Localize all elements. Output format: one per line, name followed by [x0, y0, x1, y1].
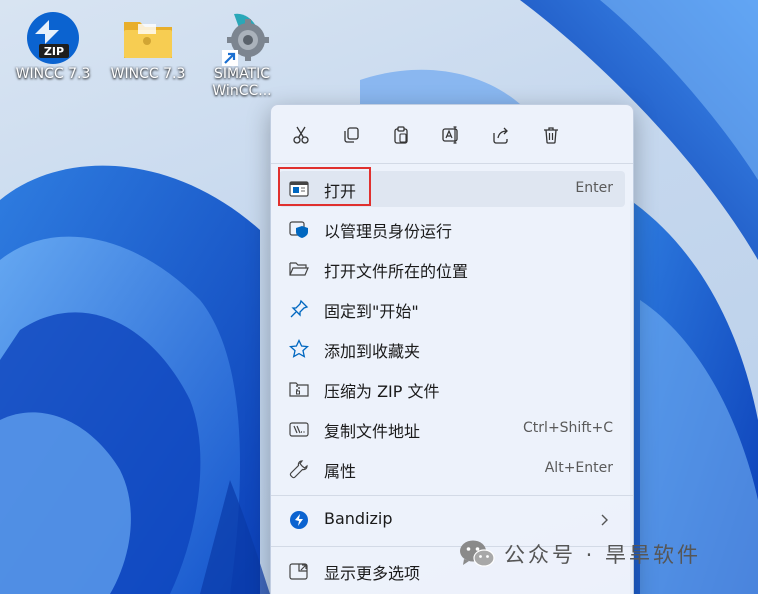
menu-item-label: 固定到"开始": [324, 302, 419, 321]
menu-item-compress-zip[interactable]: 压缩为 ZIP 文件: [279, 371, 625, 407]
zip-archive-icon: ZIP: [27, 12, 79, 64]
admin-shield-icon: [289, 221, 308, 238]
wrench-icon: [289, 460, 308, 479]
menu-item-add-to-favorites[interactable]: 添加到收藏夹: [279, 331, 625, 367]
menu-item-run-as-admin[interactable]: 以管理员身份运行: [279, 211, 625, 247]
watermark: 公众号 · 旱旱软件: [458, 536, 701, 572]
menu-item-label: 复制文件地址: [324, 422, 421, 441]
share-icon: [493, 127, 508, 144]
more-options-icon: [289, 563, 308, 580]
rename-button[interactable]: [433, 117, 469, 153]
separator: [271, 495, 633, 496]
menu-item-open-file-location[interactable]: 打开文件所在的位置: [279, 251, 625, 287]
delete-icon: [544, 127, 558, 144]
menu-item-label: 以管理员身份运行: [324, 222, 453, 241]
rename-icon: [442, 126, 458, 144]
menu-item-label: Bandizip: [324, 509, 393, 528]
desktop-icon-label: WINCC 7.3: [110, 66, 186, 82]
cut-icon: [293, 126, 309, 144]
menu-item-copy-as-path[interactable]: 复制文件地址 Ctrl+Shift+C: [279, 411, 625, 447]
pin-icon: [290, 299, 309, 318]
menu-item-shortcut: Ctrl+Shift+C: [523, 420, 613, 436]
paste-button[interactable]: [383, 117, 419, 153]
separator: [271, 163, 633, 164]
desktop-icon-label: WINCC 7.3: [15, 66, 91, 82]
gear-shortcut-icon: [222, 13, 269, 66]
paste-icon: [394, 126, 408, 144]
menu-item-properties[interactable]: 属性 Alt+Enter: [279, 451, 625, 487]
desktop-icon-label: SIMATIC: [213, 66, 271, 82]
watermark-text: 公众号 · 旱旱软件: [504, 543, 702, 567]
zip-folder-icon: [289, 382, 309, 397]
menu-item-label: 属性: [324, 462, 357, 481]
desktop-icon-simatic-wincc[interactable]: SIMATIC WinCC...: [197, 10, 287, 100]
cut-button[interactable]: [283, 117, 319, 153]
menu-item-shortcut: Enter: [575, 180, 613, 196]
menu-item-label: 打开文件所在的位置: [324, 262, 469, 281]
desktop-icon-wincc-folder[interactable]: WINCC 7.3: [103, 10, 193, 83]
menu-item-shortcut: Alt+Enter: [544, 460, 613, 476]
delete-button[interactable]: [533, 117, 569, 153]
quick-actions-bar: [271, 117, 633, 153]
desktop: ZIP WINCC 7.3 WINCC 7.3 SIMATIC WinCC...…: [0, 0, 758, 594]
highlight-annotation-box: [278, 167, 371, 206]
copy-icon: [344, 127, 359, 143]
wechat-icon: [460, 540, 495, 567]
bandizip-icon: [290, 511, 308, 529]
chevron-right-icon: [601, 514, 608, 526]
copy-path-icon: [289, 422, 309, 437]
folder-icon: [124, 22, 172, 58]
menu-item-label: 压缩为 ZIP 文件: [324, 382, 440, 401]
star-icon: [289, 339, 309, 358]
desktop-icon-wincc-zip[interactable]: ZIP WINCC 7.3: [8, 10, 98, 83]
menu-item-pin-to-start[interactable]: 固定到"开始": [279, 291, 625, 327]
menu-item-label: 添加到收藏夹: [324, 342, 421, 361]
copy-button[interactable]: [333, 117, 369, 153]
share-button[interactable]: [483, 117, 519, 153]
menu-item-bandizip[interactable]: Bandizip: [279, 502, 625, 538]
svg-text:ZIP: ZIP: [44, 45, 64, 58]
folder-open-icon: [289, 262, 309, 276]
desktop-icon-label: WinCC...: [212, 83, 272, 99]
menu-item-label: 显示更多选项: [324, 564, 421, 583]
